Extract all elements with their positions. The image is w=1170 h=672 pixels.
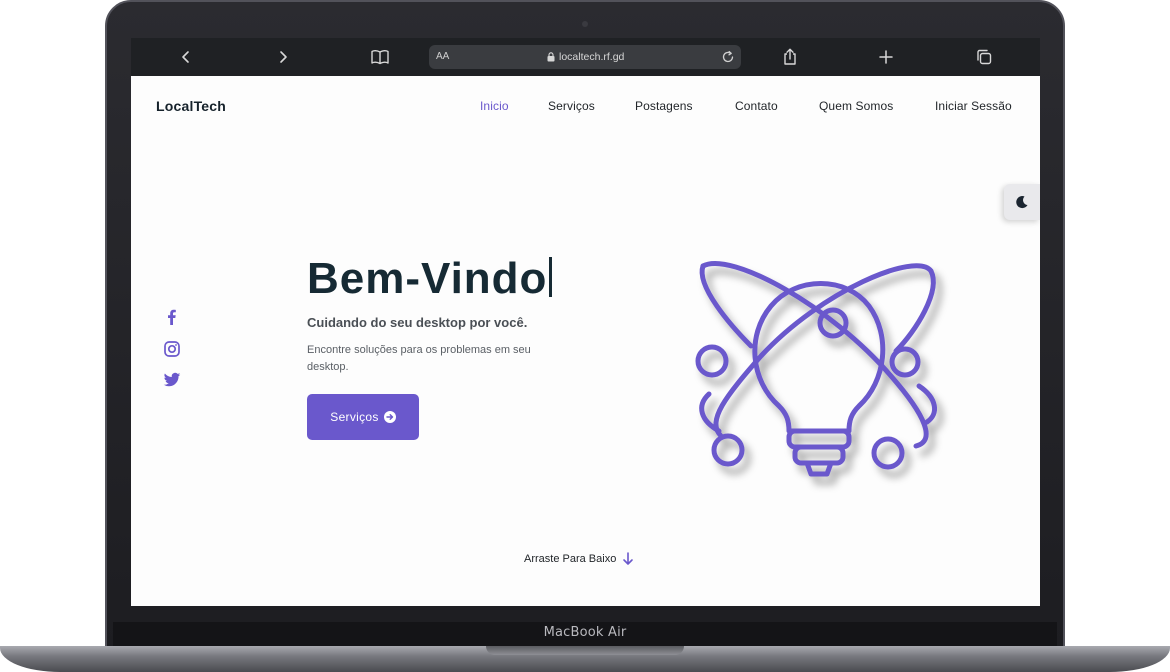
chevron-left-icon: [182, 51, 189, 63]
arrow-right-icon: [383, 411, 396, 423]
plus-icon: [879, 50, 893, 64]
back-button[interactable]: [173, 44, 199, 70]
hero-description: Encontre soluções para os problemas em s…: [307, 344, 531, 373]
arrow-down-icon: [623, 552, 634, 565]
moon-icon: [1016, 196, 1028, 209]
screen: AA localtech.rf.gd LocalTech Inicio Serv…: [131, 38, 1040, 606]
services-button[interactable]: Serviços: [307, 394, 419, 440]
nav-item-servicos[interactable]: Serviços: [548, 99, 595, 113]
hero-title-text: Bem-Vindo: [307, 254, 548, 303]
share-button[interactable]: [777, 44, 803, 70]
url-display[interactable]: localtech.rf.gd: [547, 51, 624, 63]
share-icon: [784, 48, 796, 65]
nav-item-iniciar-sessao[interactable]: Iniciar Sessão: [935, 99, 1012, 113]
main-nav: Inicio Serviços Postagens Contato Quem S…: [131, 99, 1040, 117]
services-button-label: Serviços: [330, 410, 379, 424]
camera: [582, 21, 588, 27]
tabs-icon: [977, 49, 992, 65]
instagram-icon: [164, 341, 180, 357]
hero-title: Bem-Vindo: [307, 254, 553, 304]
device-label: MacBook Air: [543, 625, 627, 640]
facebook-link[interactable]: [163, 308, 181, 326]
bookmarks-button[interactable]: [367, 44, 393, 70]
nav-item-quem-somos[interactable]: Quem Somos: [819, 99, 893, 113]
browser-toolbar: AA localtech.rf.gd: [131, 38, 1040, 76]
typing-caret: [549, 257, 553, 297]
laptop-notch: [486, 646, 684, 655]
new-tab-button[interactable]: [873, 44, 899, 70]
theme-toggle-button[interactable]: [1004, 184, 1040, 220]
forward-button[interactable]: [270, 44, 296, 70]
nav-item-contato[interactable]: Contato: [735, 99, 778, 113]
nav-item-inicio[interactable]: Inicio: [480, 99, 509, 113]
scroll-down-label: Arraste Para Baixo: [524, 553, 617, 565]
reload-icon[interactable]: [721, 50, 735, 64]
tabs-overview-button[interactable]: [971, 44, 997, 70]
instagram-link[interactable]: [163, 340, 181, 358]
facebook-icon: [168, 309, 176, 325]
twitter-icon: [163, 372, 181, 387]
nav-item-postagens[interactable]: Postagens: [635, 99, 693, 113]
twitter-link[interactable]: [163, 371, 181, 389]
scroll-down-link[interactable]: Arraste Para Baixo: [524, 552, 634, 566]
lightbulb-illustration: [695, 261, 937, 477]
book-icon: [371, 50, 389, 65]
address-bar[interactable]: AA localtech.rf.gd: [429, 45, 741, 69]
url-text: localtech.rf.gd: [559, 51, 625, 63]
web-page: LocalTech Inicio Serviços Postagens Cont…: [131, 76, 1040, 606]
hero-subtitle: Cuidando do seu desktop por você.: [307, 315, 528, 330]
text-size-button[interactable]: AA: [436, 51, 449, 62]
chevron-right-icon: [280, 51, 287, 63]
lock-icon: [547, 52, 555, 62]
